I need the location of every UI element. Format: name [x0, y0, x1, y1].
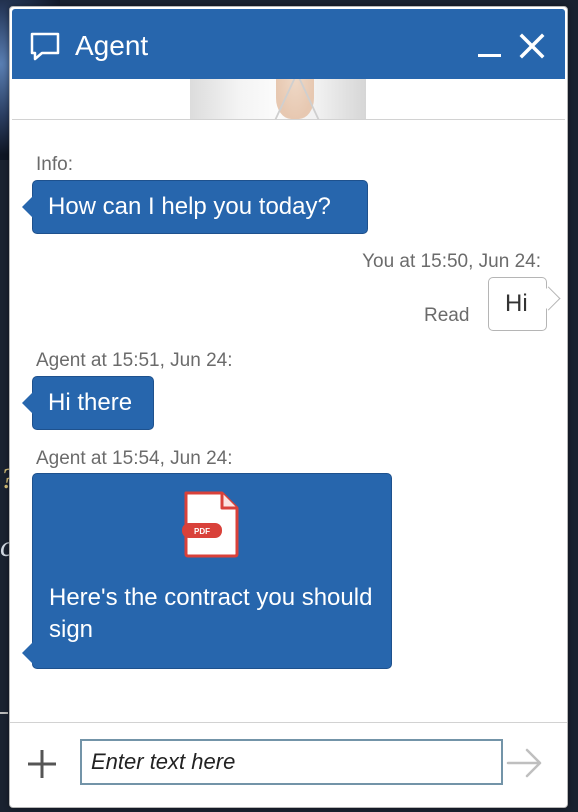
chat-bubble-icon	[30, 32, 60, 61]
agent-file-message[interactable]: PDF Here's the contract you should sign	[22, 473, 392, 669]
message-text: Hi	[505, 290, 528, 317]
message-text: Hi there	[48, 389, 133, 416]
window-title: Agent	[75, 30, 149, 61]
message-input[interactable]	[80, 739, 503, 785]
pdf-label: PDF	[194, 527, 210, 536]
chat-window: Agent Info: How can I help you today? Yo…	[9, 6, 568, 808]
background-link-fragment	[0, 712, 8, 714]
agent-avatar-banner	[12, 79, 565, 120]
message-text: How can I help you today?	[48, 193, 331, 220]
read-receipt: Read	[424, 305, 470, 326]
minimize-button[interactable]	[474, 31, 504, 61]
minimize-icon	[478, 54, 501, 57]
message-meta-user: You at 15:50, Jun 24:	[362, 251, 541, 272]
agent-message: Hi there	[22, 376, 154, 430]
close-icon	[519, 33, 545, 59]
message-composer	[10, 722, 567, 807]
send-arrow-icon[interactable]	[505, 745, 545, 781]
plus-icon[interactable]	[25, 747, 59, 781]
agent-message: How can I help you today?	[22, 180, 368, 234]
user-message: Hi	[488, 277, 547, 331]
close-button[interactable]	[517, 31, 547, 61]
pdf-file-icon[interactable]: PDF	[182, 490, 240, 558]
message-list[interactable]: Info: How can I help you today? You at 1…	[10, 120, 567, 722]
title-bar[interactable]: Agent	[12, 9, 565, 79]
message-meta-info: Info:	[36, 154, 73, 175]
message-text: Here's the contract you should sign	[49, 584, 373, 643]
message-meta-agent: Agent at 15:51, Jun 24:	[36, 350, 233, 371]
message-meta-agent: Agent at 15:54, Jun 24:	[36, 448, 233, 469]
